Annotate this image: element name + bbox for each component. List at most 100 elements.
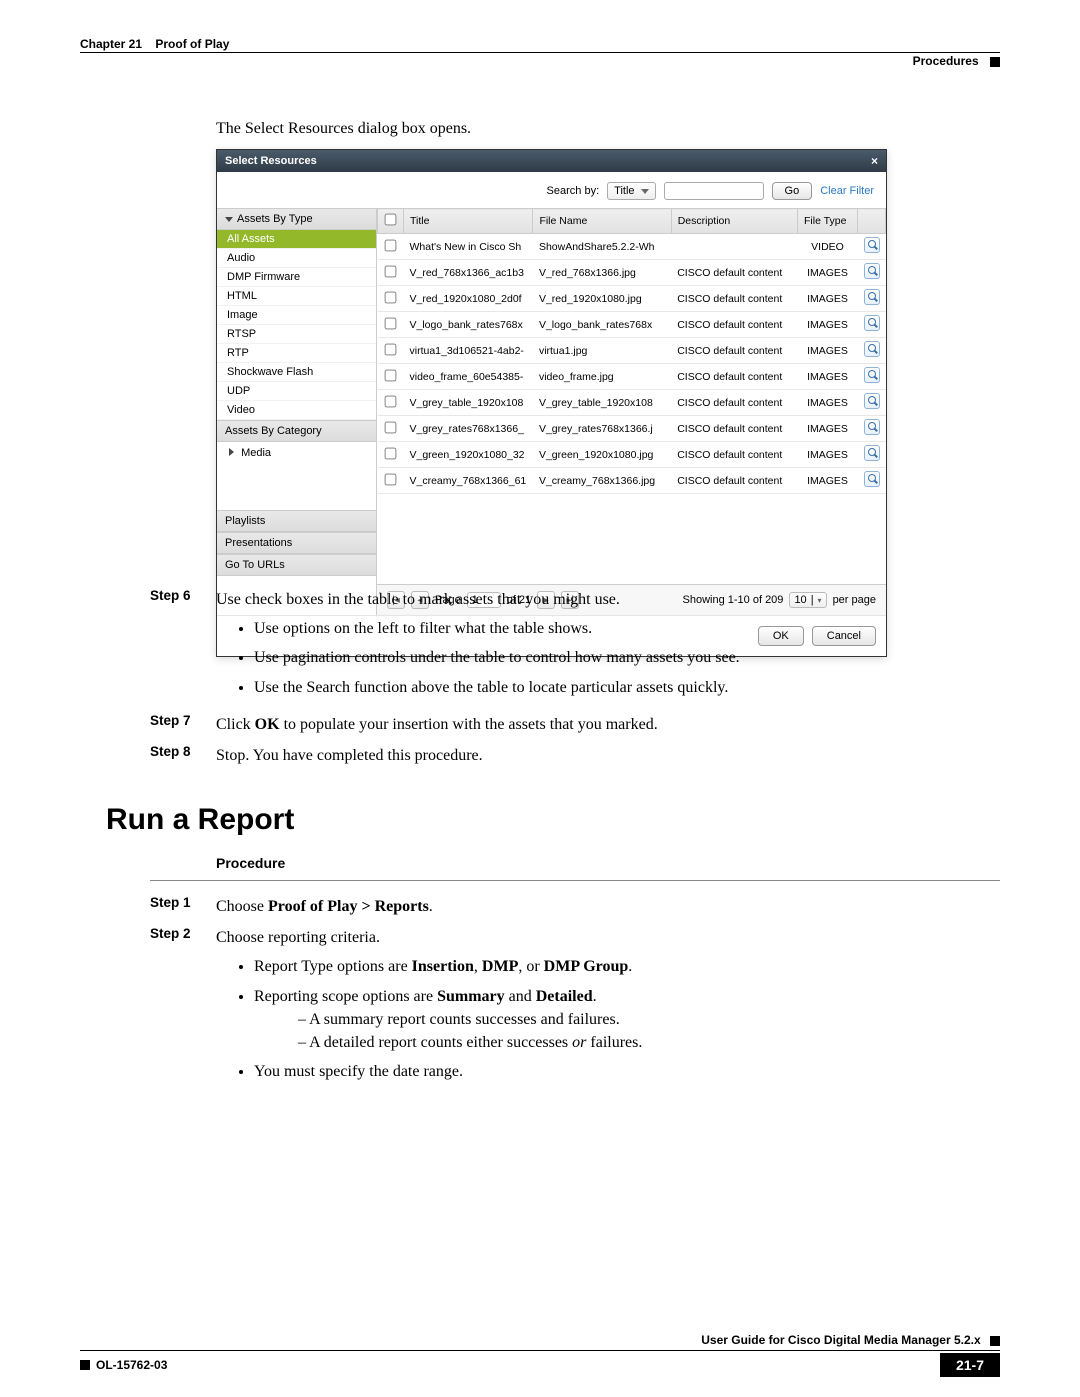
row-checkbox[interactable] [385,291,397,303]
table-row: What's New in Cisco ShShowAndShare5.2.2-… [378,234,886,260]
cell-description: CISCO default content [671,416,797,442]
column-header: File Name [533,209,671,234]
row-checkbox[interactable] [385,265,397,277]
cell-description: CISCO default content [671,390,797,416]
row-checkbox[interactable] [385,317,397,329]
cell-description: CISCO default content [671,468,797,494]
magnify-icon[interactable] [864,237,880,253]
cell-description: CISCO default content [671,260,797,286]
row-checkbox[interactable] [385,473,397,485]
steps-group-a: Step 6 Use check boxes in the table to m… [150,588,1000,775]
cell-filetype: IMAGES [798,442,858,468]
magnify-icon[interactable] [864,341,880,357]
cell-filename: V_green_1920x1080.jpg [533,442,671,468]
cell-title: V_red_768x1366_ac1b3 [404,260,533,286]
search-field-select[interactable]: Title [607,182,655,200]
procedure-rule [150,880,1000,881]
column-header [858,209,886,234]
magnify-icon[interactable] [864,289,880,305]
row-checkbox[interactable] [385,421,397,433]
step-label: Step 6 [150,588,216,705]
sidebar-item[interactable]: Video [217,401,376,420]
step-text: Stop. You have completed this procedure. [216,744,1000,767]
intro-text: The Select Resources dialog box opens. [216,120,880,138]
go-button[interactable]: Go [772,182,813,200]
chevron-right-icon [229,448,234,456]
cell-description: CISCO default content [671,312,797,338]
magnify-icon[interactable] [864,367,880,383]
list-item: Use options on the left to filter what t… [254,617,1000,640]
sidebar-item[interactable]: HTML [217,287,376,306]
cell-filename: video_frame.jpg [533,364,671,390]
sub-item: A summary report counts successes and fa… [318,1008,1000,1031]
sub-item: A detailed report counts either successe… [318,1031,1000,1054]
magnify-icon[interactable] [864,263,880,279]
sidebar-item[interactable]: Audio [217,249,376,268]
magnify-icon[interactable] [864,419,880,435]
cell-filename: V_creamy_768x1366.jpg [533,468,671,494]
magnify-icon[interactable] [864,445,880,461]
sidebar-section-header[interactable]: Go To URLs [217,554,376,576]
sidebar-item[interactable]: RTP [217,344,376,363]
magnify-icon[interactable] [864,393,880,409]
sidebar-assets-by-category-header[interactable]: Assets By Category [217,420,376,442]
sidebar-item[interactable]: Shockwave Flash [217,363,376,382]
cell-title: V_creamy_768x1366_61 [404,468,533,494]
cell-filetype: IMAGES [798,364,858,390]
dialog-titlebar: Select Resources × [217,150,886,172]
chevron-down-icon [225,217,233,222]
row-checkbox[interactable] [385,239,397,251]
table-row: V_grey_table_1920x108V_grey_table_1920x1… [378,390,886,416]
dialog-sidebar: Assets By Type All AssetsAudioDMP Firmwa… [217,208,377,615]
magnify-icon[interactable] [864,471,880,487]
sidebar-item[interactable]: UDP [217,382,376,401]
row-checkbox[interactable] [385,395,397,407]
magnify-icon[interactable] [864,315,880,331]
section-heading-run-report: Run a Report [106,803,294,837]
row-checkbox[interactable] [385,447,397,459]
column-header: Description [671,209,797,234]
sidebar-item[interactable]: RTSP [217,325,376,344]
cell-title: virtua1_3d106521-4ab2- [404,338,533,364]
sidebar-item[interactable]: DMP Firmware [217,268,376,287]
cell-filetype: IMAGES [798,260,858,286]
step-text: Choose reporting criteria. Report Type o… [216,926,1000,1089]
dialog-title: Select Resources [225,155,317,167]
chevron-down-icon [641,189,649,194]
select-all-checkbox[interactable] [385,214,397,226]
table-row: V_red_768x1366_ac1b3V_red_768x1366.jpgCI… [378,260,886,286]
sidebar-section-header[interactable]: Presentations [217,532,376,554]
cell-filetype: IMAGES [798,312,858,338]
sidebar-item[interactable]: Image [217,306,376,325]
step-label: Step 2 [150,926,216,1089]
row-checkbox[interactable] [385,369,397,381]
header-square-icon [990,57,1000,67]
assets-table: TitleFile NameDescriptionFile Type What'… [377,208,886,494]
list-item: Use the Search function above the table … [254,676,1000,699]
row-checkbox[interactable] [385,343,397,355]
sidebar-item[interactable]: All Assets [217,230,376,249]
list-item: Report Type options are Insertion, DMP, … [254,955,1000,978]
search-input[interactable] [664,182,764,200]
cell-filename: ShowAndShare5.2.2-Wh [533,234,671,260]
step-text: Click OK to populate your insertion with… [216,713,1000,736]
sidebar-section-header[interactable]: Playlists [217,510,376,532]
cell-title: What's New in Cisco Sh [404,234,533,260]
cell-filetype: VIDEO [798,234,858,260]
cell-description: CISCO default content [671,442,797,468]
list-item: Use pagination controls under the table … [254,646,1000,669]
cell-filetype: IMAGES [798,286,858,312]
sidebar-media-node[interactable]: Media [217,442,376,464]
column-header: Title [404,209,533,234]
cell-filename: virtua1.jpg [533,338,671,364]
clear-filter-link[interactable]: Clear Filter [820,185,874,197]
step-text: Use check boxes in the table to mark ass… [216,588,1000,705]
doc-number: OL-15762-03 [96,1358,167,1372]
table-row: video_frame_60e54385-video_frame.jpgCISC… [378,364,886,390]
table-row: virtua1_3d106521-4ab2-virtua1.jpgCISCO d… [378,338,886,364]
table-row: V_logo_bank_rates768xV_logo_bank_rates76… [378,312,886,338]
sidebar-assets-by-type-header[interactable]: Assets By Type [217,208,376,230]
close-icon[interactable]: × [871,154,878,168]
chapter-number: Chapter 21 [80,37,142,51]
cell-title: V_logo_bank_rates768x [404,312,533,338]
